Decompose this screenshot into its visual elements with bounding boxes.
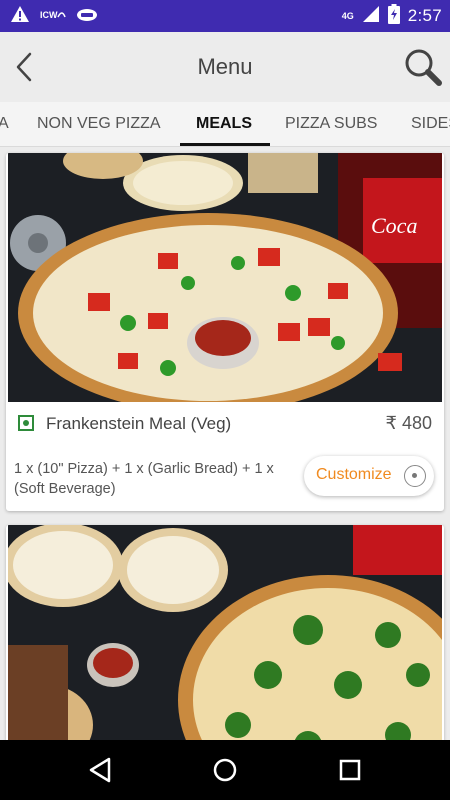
recents-square-icon [339,759,361,781]
tab-partial[interactable]: A [0,102,9,146]
tab-meals[interactable]: MEALS [196,102,252,146]
tab-non-veg-pizza[interactable]: NON VEG PIZZA [37,102,161,146]
svg-text:ICW: ICW [40,10,58,20]
menu-item-card[interactable]: Coca Frankenstein Meal (Veg) ₹ 480 1 x (… [6,153,444,511]
signal-icon [362,5,380,28]
item-description: 1 x (10" Pizza) + 1 x (Garlic Bread) + 1… [14,461,274,497]
tab-pizza-subs[interactable]: PIZZA SUBS [285,102,377,146]
warning-icon [10,5,30,28]
nav-recents-button[interactable] [335,755,365,785]
customize-label: Customize [316,466,392,483]
hd-voice-icon: ICW [40,7,66,26]
home-circle-icon [213,758,237,782]
search-icon [405,49,442,86]
search-button[interactable] [402,46,444,88]
clock: 2:57 [407,6,442,25]
menu-item-card[interactable] [6,525,444,740]
item-price: ₹ 480 [385,413,433,433]
veg-indicator-icon [18,415,34,431]
app-bar: Menu [0,32,450,102]
menu-list[interactable]: Coca Frankenstein Meal (Veg) ₹ 480 1 x (… [0,147,450,740]
back-triangle-icon [89,757,111,783]
cloud-icon [76,6,98,27]
battery-charging-icon [387,3,400,29]
item-name: Frankenstein Meal (Veg) [46,414,232,433]
tab-sides[interactable]: SIDES [411,102,450,146]
nav-back-button[interactable] [85,755,115,785]
network-type: 4G [341,10,354,21]
system-nav-bar [0,740,450,800]
svg-text:Coca: Coca [371,213,417,238]
status-bar: ICW 4G 2:57 [0,0,450,32]
meal-image: Coca [8,153,442,402]
page-title: Menu [197,54,253,79]
nav-home-button[interactable] [210,755,240,785]
category-tabs: A NON VEG PIZZA MEALS PIZZA SUBS SIDES [0,102,450,147]
active-tab-indicator [180,143,270,146]
customize-button[interactable]: Customize [304,456,434,496]
item-header-row: Frankenstein Meal (Veg) ₹ 480 [6,402,444,446]
meal-image [8,525,442,740]
radio-icon [404,465,426,487]
